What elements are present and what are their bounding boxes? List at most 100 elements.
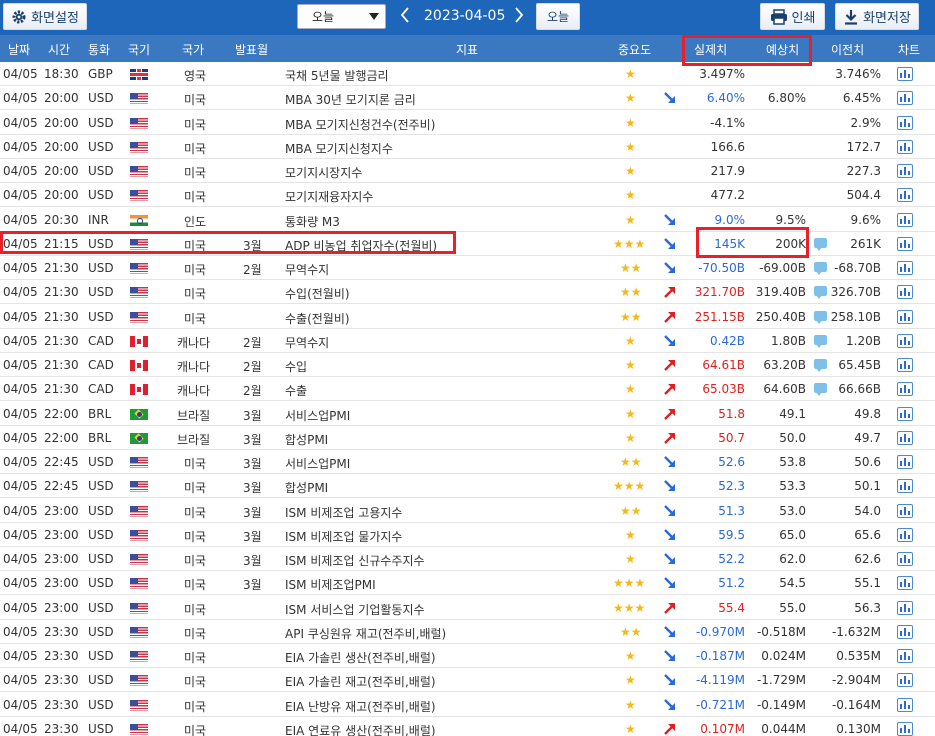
- col-flag[interactable]: 국기: [128, 41, 150, 58]
- row-indicator[interactable]: 서비스업PMI: [285, 407, 350, 424]
- table-row[interactable]: 04/05 23:30 USD 미국 EIA 연료유 생산(전주비,배럴) ★ 0.107M…: [0, 716, 935, 736]
- table-row[interactable]: 04/05 20:00 USD 미국 모기지재융자지수 ★ 477.2 504.4: [0, 183, 935, 208]
- row-indicator[interactable]: EIA 연료유 생산(전주비,배럴): [285, 722, 436, 736]
- prev-date-button[interactable]: [400, 6, 410, 29]
- col-time[interactable]: 시간: [48, 41, 70, 58]
- row-indicator[interactable]: MBA 모기지신청지수: [285, 140, 393, 157]
- print-button[interactable]: 인쇄: [760, 3, 825, 30]
- table-row[interactable]: 04/05 20:00 USD 미국 MBA 30년 모기지론 금리 ★ 6.40% 6.80…: [0, 86, 935, 111]
- bar-chart-icon[interactable]: [897, 721, 913, 736]
- table-row[interactable]: 04/05 23:00 USD 미국 3월 ISM 비제조업PMI ★★★ 51.2 54.5 5…: [0, 571, 935, 596]
- bar-chart-icon[interactable]: [897, 600, 913, 615]
- bar-chart-icon[interactable]: [897, 139, 913, 154]
- bar-chart-icon[interactable]: [897, 212, 913, 227]
- table-row[interactable]: 04/05 21:30 USD 미국 2월 무역수지 ★★ -70.50B -69.00B -68…: [0, 256, 935, 280]
- table-row[interactable]: 04/05 21:30 USD 미국 수출(전월비) ★★ 251.15B 250.40B 25…: [0, 305, 935, 329]
- col-chart[interactable]: 차트: [898, 41, 920, 58]
- bar-chart-icon[interactable]: [897, 673, 913, 688]
- bar-chart-icon[interactable]: [897, 285, 913, 300]
- row-indicator[interactable]: 모기지시장지수: [285, 164, 362, 181]
- row-indicator[interactable]: ISM 서비스업 기업활동지수: [285, 601, 425, 618]
- next-date-button[interactable]: [514, 6, 524, 29]
- row-indicator[interactable]: 통화량 M3: [285, 213, 340, 230]
- bar-chart-icon[interactable]: [897, 115, 913, 130]
- table-row[interactable]: 04/05 20:00 USD 미국 MBA 모기지신청건수(전주비) ★ -4.1% 2.9…: [0, 111, 935, 135]
- bar-chart-icon[interactable]: [897, 503, 913, 518]
- table-row[interactable]: 04/05 23:30 USD 미국 EIA 난방유 재고(전주비,배럴) ★ -0.721…: [0, 693, 935, 717]
- comment-icon[interactable]: [814, 262, 827, 275]
- table-row[interactable]: 04/05 21:30 CAD 캐나다 2월 수출 ★ 65.03B 64.60B 66.66B: [0, 377, 935, 402]
- comment-icon[interactable]: [814, 383, 827, 397]
- table-row[interactable]: 04/05 22:45 USD 미국 3월 합성PMI ★★★ 52.3 53.3 50.1: [0, 474, 935, 499]
- screen-settings-button[interactable]: 화면설정: [3, 3, 87, 30]
- row-indicator[interactable]: ISM 비제조업 신규수주지수: [285, 552, 425, 569]
- bar-chart-icon[interactable]: [897, 479, 913, 494]
- table-row[interactable]: 04/05 21:30 CAD 캐나다 2월 무역수지 ★ 0.42B 1.80B 1.20B: [0, 328, 935, 353]
- table-row[interactable]: 04/05 22:00 BRL 브라질 3월 합성PMI ★ 50.7 50.0 49.7: [0, 425, 935, 450]
- table-row[interactable]: 04/05 22:00 BRL 브라질 3월 서비스업PMI ★ 51.8 49.1 49.8: [0, 402, 935, 426]
- col-month[interactable]: 발표월: [235, 41, 268, 58]
- col-country[interactable]: 국가: [182, 41, 204, 58]
- bar-chart-icon[interactable]: [897, 261, 913, 275]
- col-previous[interactable]: 이전치: [831, 41, 864, 58]
- bar-chart-icon[interactable]: [897, 576, 913, 591]
- col-importance[interactable]: 중요도: [618, 41, 651, 58]
- row-indicator[interactable]: API 쿠싱원유 재고(전주비,배럴): [285, 625, 446, 642]
- row-indicator[interactable]: 수출: [285, 382, 307, 399]
- comment-icon[interactable]: [814, 334, 827, 348]
- col-currency[interactable]: 통화: [88, 41, 110, 58]
- row-indicator[interactable]: 합성PMI: [285, 479, 328, 496]
- row-indicator[interactable]: EIA 가솔린 생산(전주비,배럴): [285, 649, 436, 666]
- table-row[interactable]: 04/05 21:30 CAD 캐나다 2월 수입 ★ 64.61B 63.20B 65.45B: [0, 353, 935, 377]
- bar-chart-icon[interactable]: [897, 91, 913, 106]
- bar-chart-icon[interactable]: [897, 430, 913, 445]
- bar-chart-icon[interactable]: [897, 382, 913, 397]
- row-indicator[interactable]: 국채 5년물 발행금리: [285, 67, 389, 84]
- table-row[interactable]: 04/05 22:45 USD 미국 3월 서비스업PMI ★★ 52.6 53.8 50.6: [0, 450, 935, 474]
- row-indicator[interactable]: 서비스업PMI: [285, 455, 350, 472]
- table-row[interactable]: 04/05 23:30 USD 미국 EIA 가솔린 생산(전주비,배럴) ★ -0.187…: [0, 644, 935, 668]
- bar-chart-icon[interactable]: [897, 527, 913, 542]
- save-screen-button[interactable]: 화면저장: [835, 3, 919, 30]
- table-row[interactable]: 04/05 20:00 USD 미국 MBA 모기지신청지수 ★ 166.6 172.7: [0, 134, 935, 159]
- bar-chart-icon[interactable]: [897, 624, 913, 639]
- table-row[interactable]: 04/05 23:30 USD 미국 API 쿠싱원유 재고(전주비,배럴) ★★ -0.9…: [0, 619, 935, 644]
- col-date[interactable]: 날짜: [8, 41, 30, 58]
- comment-icon[interactable]: [814, 359, 827, 372]
- bar-chart-icon[interactable]: [897, 358, 913, 372]
- row-indicator[interactable]: 무역수지: [285, 261, 329, 278]
- row-indicator[interactable]: 수출(전월비): [285, 310, 350, 327]
- bar-chart-icon[interactable]: [897, 236, 913, 251]
- comment-icon[interactable]: [814, 237, 827, 251]
- bar-chart-icon[interactable]: [897, 67, 913, 81]
- row-indicator[interactable]: 합성PMI: [285, 431, 328, 448]
- row-indicator[interactable]: MBA 30년 모기지론 금리: [285, 91, 416, 108]
- bar-chart-icon[interactable]: [897, 164, 913, 178]
- bar-chart-icon[interactable]: [897, 455, 913, 469]
- row-indicator[interactable]: ISM 비제조업 물가지수: [285, 528, 402, 545]
- row-indicator[interactable]: 모기지재융자지수: [285, 188, 373, 205]
- comment-icon[interactable]: [814, 310, 827, 324]
- today-button[interactable]: 오늘: [536, 3, 580, 30]
- bar-chart-icon[interactable]: [897, 552, 913, 566]
- row-indicator[interactable]: 수입(전월비): [285, 285, 350, 302]
- period-select[interactable]: 오늘: [297, 4, 386, 29]
- row-indicator[interactable]: ISM 비제조업PMI: [285, 576, 376, 593]
- table-row[interactable]: 04/05 23:00 USD 미국 ISM 서비스업 기업활동지수 ★★★ 55.4 55.…: [0, 596, 935, 620]
- table-row[interactable]: 04/05 23:00 USD 미국 3월 ISM 비제조업 물가지수 ★ 59.5 65.0 6…: [0, 522, 935, 547]
- table-row[interactable]: 04/05 23:30 USD 미국 EIA 가솔린 재고(전주비,배럴) ★ -4.119…: [0, 668, 935, 693]
- table-row[interactable]: 04/05 20:00 USD 미국 모기지시장지수 ★ 217.9 227.3: [0, 159, 935, 183]
- row-indicator[interactable]: EIA 가솔린 재고(전주비,배럴): [285, 673, 436, 690]
- bar-chart-icon[interactable]: [897, 649, 913, 663]
- row-indicator[interactable]: EIA 난방유 재고(전주비,배럴): [285, 698, 436, 715]
- comment-icon[interactable]: [814, 286, 827, 300]
- row-indicator[interactable]: MBA 모기지신청건수(전주비): [285, 116, 435, 133]
- table-row[interactable]: 04/05 23:00 USD 미국 3월 ISM 비제조업 신규수주지수 ★ 52.2 62.…: [0, 547, 935, 571]
- row-indicator[interactable]: 무역수지: [285, 334, 329, 351]
- row-indicator[interactable]: ISM 비제조업 고용지수: [285, 504, 402, 521]
- bar-chart-icon[interactable]: [897, 188, 913, 203]
- bar-chart-icon[interactable]: [897, 406, 913, 421]
- bar-chart-icon[interactable]: [897, 309, 913, 324]
- row-indicator[interactable]: 수입: [285, 358, 307, 375]
- bar-chart-icon[interactable]: [897, 333, 913, 348]
